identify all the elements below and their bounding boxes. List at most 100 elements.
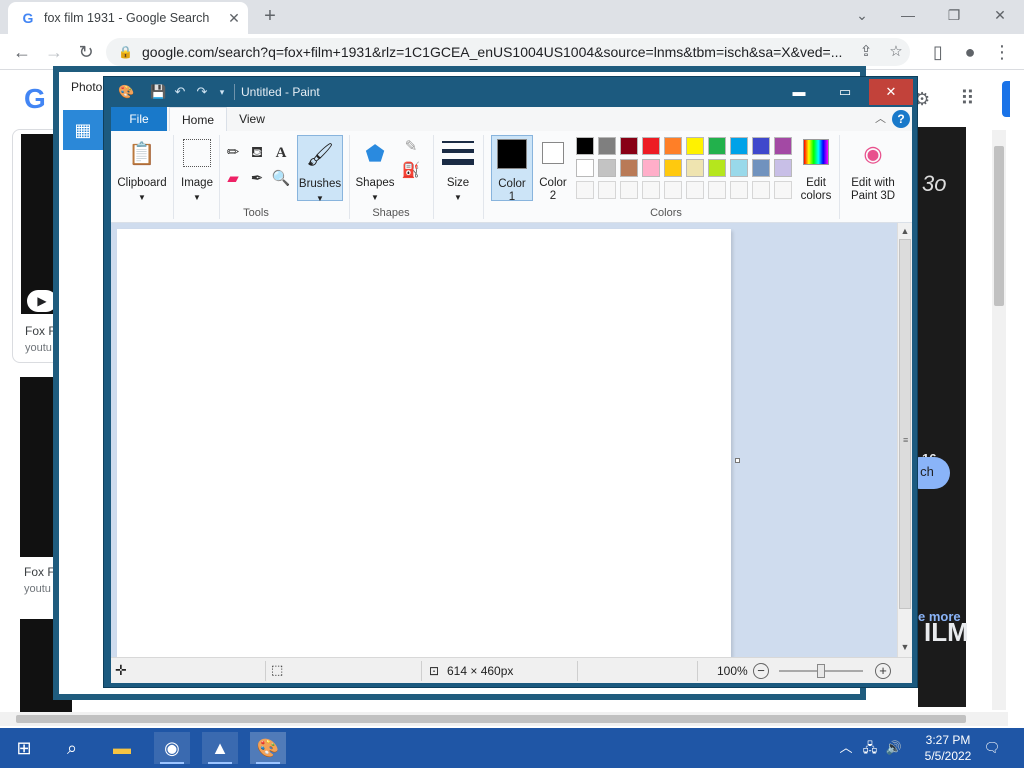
save-icon[interactable]: 💾 [150, 84, 166, 100]
show-hidden-icons-icon[interactable]: ︿ [836, 738, 856, 758]
palette-swatch[interactable] [752, 159, 770, 177]
palette-swatch[interactable] [576, 159, 594, 177]
custom-color-slot[interactable] [686, 181, 704, 199]
page-hscroll-thumb[interactable] [16, 715, 966, 723]
magnifier-icon[interactable]: 🔍 [271, 169, 291, 189]
custom-color-slot[interactable] [576, 181, 594, 199]
result-title[interactable]: Fox F [24, 565, 55, 579]
canvas-vertical-scrollbar[interactable]: ▲ ≡ ▼ [897, 223, 912, 657]
lock-icon[interactable]: 🔒 [118, 44, 134, 60]
custom-color-slot[interactable] [620, 181, 638, 199]
sign-in-button[interactable] [1002, 81, 1010, 117]
edit-colors-button[interactable]: Edit colors [799, 135, 833, 202]
menu-kebab-icon[interactable]: ⋮ [990, 40, 1014, 64]
palette-swatch[interactable] [642, 159, 660, 177]
tab-home[interactable]: Home [169, 107, 227, 132]
scroll-up-arrow-icon[interactable]: ▲ [898, 223, 912, 239]
drawing-canvas[interactable] [117, 229, 731, 657]
palette-swatch[interactable] [686, 159, 704, 177]
custom-color-slot[interactable] [708, 181, 726, 199]
color-picker-icon[interactable]: ✒ [247, 169, 267, 189]
notifications-icon[interactable]: 🗨 [982, 738, 1002, 758]
image-button[interactable]: Image ▼ [177, 135, 217, 202]
url-text[interactable]: google.com/search?q=fox+film+1931&rlz=1C… [142, 44, 842, 60]
tab-search-chevron-icon[interactable]: ⌄ [846, 4, 878, 28]
collapse-ribbon-icon[interactable]: ︿ [875, 110, 886, 126]
bookmark-star-icon[interactable]: ☆ [886, 42, 906, 62]
custom-color-slot[interactable] [664, 181, 682, 199]
clipboard-button[interactable]: 📋 Clipboard ▼ [114, 135, 170, 202]
palette-swatch[interactable] [620, 137, 638, 155]
text-tool-icon[interactable]: A [271, 143, 291, 163]
palette-swatch[interactable] [620, 159, 638, 177]
customize-qat-icon[interactable]: ▾ [214, 84, 230, 100]
result-title[interactable]: Fox F [25, 324, 56, 338]
scroll-down-arrow-icon[interactable]: ▼ [898, 639, 912, 655]
palette-swatch[interactable] [752, 137, 770, 155]
canvas-scroll-thumb[interactable]: ≡ [899, 239, 911, 609]
paint-titlebar[interactable]: 🎨 💾 ↶ ↷ ▾ Untitled - Paint ▬ ▭ ✕ [104, 77, 917, 107]
color2-button[interactable]: Color 2 [535, 135, 571, 202]
address-bar[interactable]: 🔒 google.com/search?q=fox+film+1931&rlz=… [106, 38, 910, 66]
custom-color-slot[interactable] [752, 181, 770, 199]
custom-color-slot[interactable] [598, 181, 616, 199]
palette-swatch[interactable] [576, 137, 594, 155]
brushes-button[interactable]: 🖌 Brushes ▼ [297, 135, 343, 203]
photos-image-icon[interactable]: ▦ [63, 110, 103, 150]
google-apps-icon[interactable]: ⠿ [960, 89, 980, 109]
outline-icon[interactable]: ✎ [401, 137, 421, 157]
page-vertical-scrollbar[interactable] [992, 130, 1006, 710]
reload-icon[interactable]: ↻ [74, 40, 98, 64]
redo-icon[interactable]: ↷ [194, 84, 210, 100]
palette-swatch[interactable] [730, 159, 748, 177]
side-panel-icon[interactable]: ▯ [926, 40, 950, 64]
custom-color-slot[interactable] [730, 181, 748, 199]
see-more-link[interactable]: e more [918, 609, 961, 624]
custom-color-slot[interactable] [642, 181, 660, 199]
paint-close-icon[interactable]: ✕ [869, 79, 913, 105]
tab-view[interactable]: View [231, 107, 273, 131]
volume-icon[interactable]: 🔊 [884, 738, 904, 758]
fill-bucket-icon[interactable]: ⛾ [247, 143, 267, 163]
back-arrow-icon[interactable]: ← [10, 40, 34, 64]
palette-swatch[interactable] [708, 159, 726, 177]
network-icon[interactable]: 🖧 [860, 738, 880, 758]
file-explorer-icon[interactable]: ▬ [104, 732, 140, 764]
palette-swatch[interactable] [664, 159, 682, 177]
browser-tab[interactable]: G fox film 1931 - Google Search ✕ [8, 2, 248, 34]
paint-app-icon[interactable]: 🎨 [250, 732, 286, 764]
palette-swatch[interactable] [774, 137, 792, 155]
paint-minimize-icon[interactable]: ▬ [777, 79, 821, 105]
tab-close-icon[interactable]: ✕ [224, 8, 244, 28]
palette-swatch[interactable] [664, 137, 682, 155]
palette-swatch[interactable] [708, 137, 726, 155]
eraser-icon[interactable]: ▰ [223, 169, 243, 189]
palette-swatch[interactable] [598, 159, 616, 177]
zoom-slider-thumb[interactable] [817, 664, 825, 678]
palette-swatch[interactable] [730, 137, 748, 155]
help-icon[interactable]: ? [892, 110, 910, 128]
tab-file[interactable]: File [111, 107, 167, 131]
pencil-icon[interactable]: ✏ [223, 143, 243, 163]
undo-icon[interactable]: ↶ [172, 84, 188, 100]
browser-minimize-icon[interactable]: — [892, 4, 924, 28]
palette-swatch[interactable] [774, 159, 792, 177]
zoom-in-icon[interactable]: + [875, 663, 891, 679]
paint-app-icon[interactable]: 🎨 [118, 84, 134, 100]
photos-app-icon[interactable]: ▲ [202, 732, 238, 764]
palette-swatch[interactable] [686, 137, 704, 155]
palette-swatch[interactable] [642, 137, 660, 155]
shapes-button[interactable]: ⬟ Shapes ▼ [353, 135, 397, 202]
start-windows-icon[interactable]: ⊞ [6, 732, 42, 764]
search-icon[interactable]: ⌕ [54, 732, 90, 764]
color1-button[interactable]: Color 1 [491, 135, 533, 203]
paint-maximize-icon[interactable]: ▭ [823, 79, 867, 105]
palette-swatch[interactable] [598, 137, 616, 155]
custom-color-slot[interactable] [774, 181, 792, 199]
forward-arrow-icon[interactable]: → [42, 40, 66, 64]
shape-fill-icon[interactable]: ⛽ [401, 161, 421, 181]
system-clock[interactable]: 3:27 PM 5/5/2022 [920, 732, 976, 764]
page-horizontal-scrollbar[interactable] [0, 712, 1008, 726]
profile-avatar-icon[interactable]: ● [958, 40, 982, 64]
google-logo[interactable]: G [24, 83, 46, 115]
